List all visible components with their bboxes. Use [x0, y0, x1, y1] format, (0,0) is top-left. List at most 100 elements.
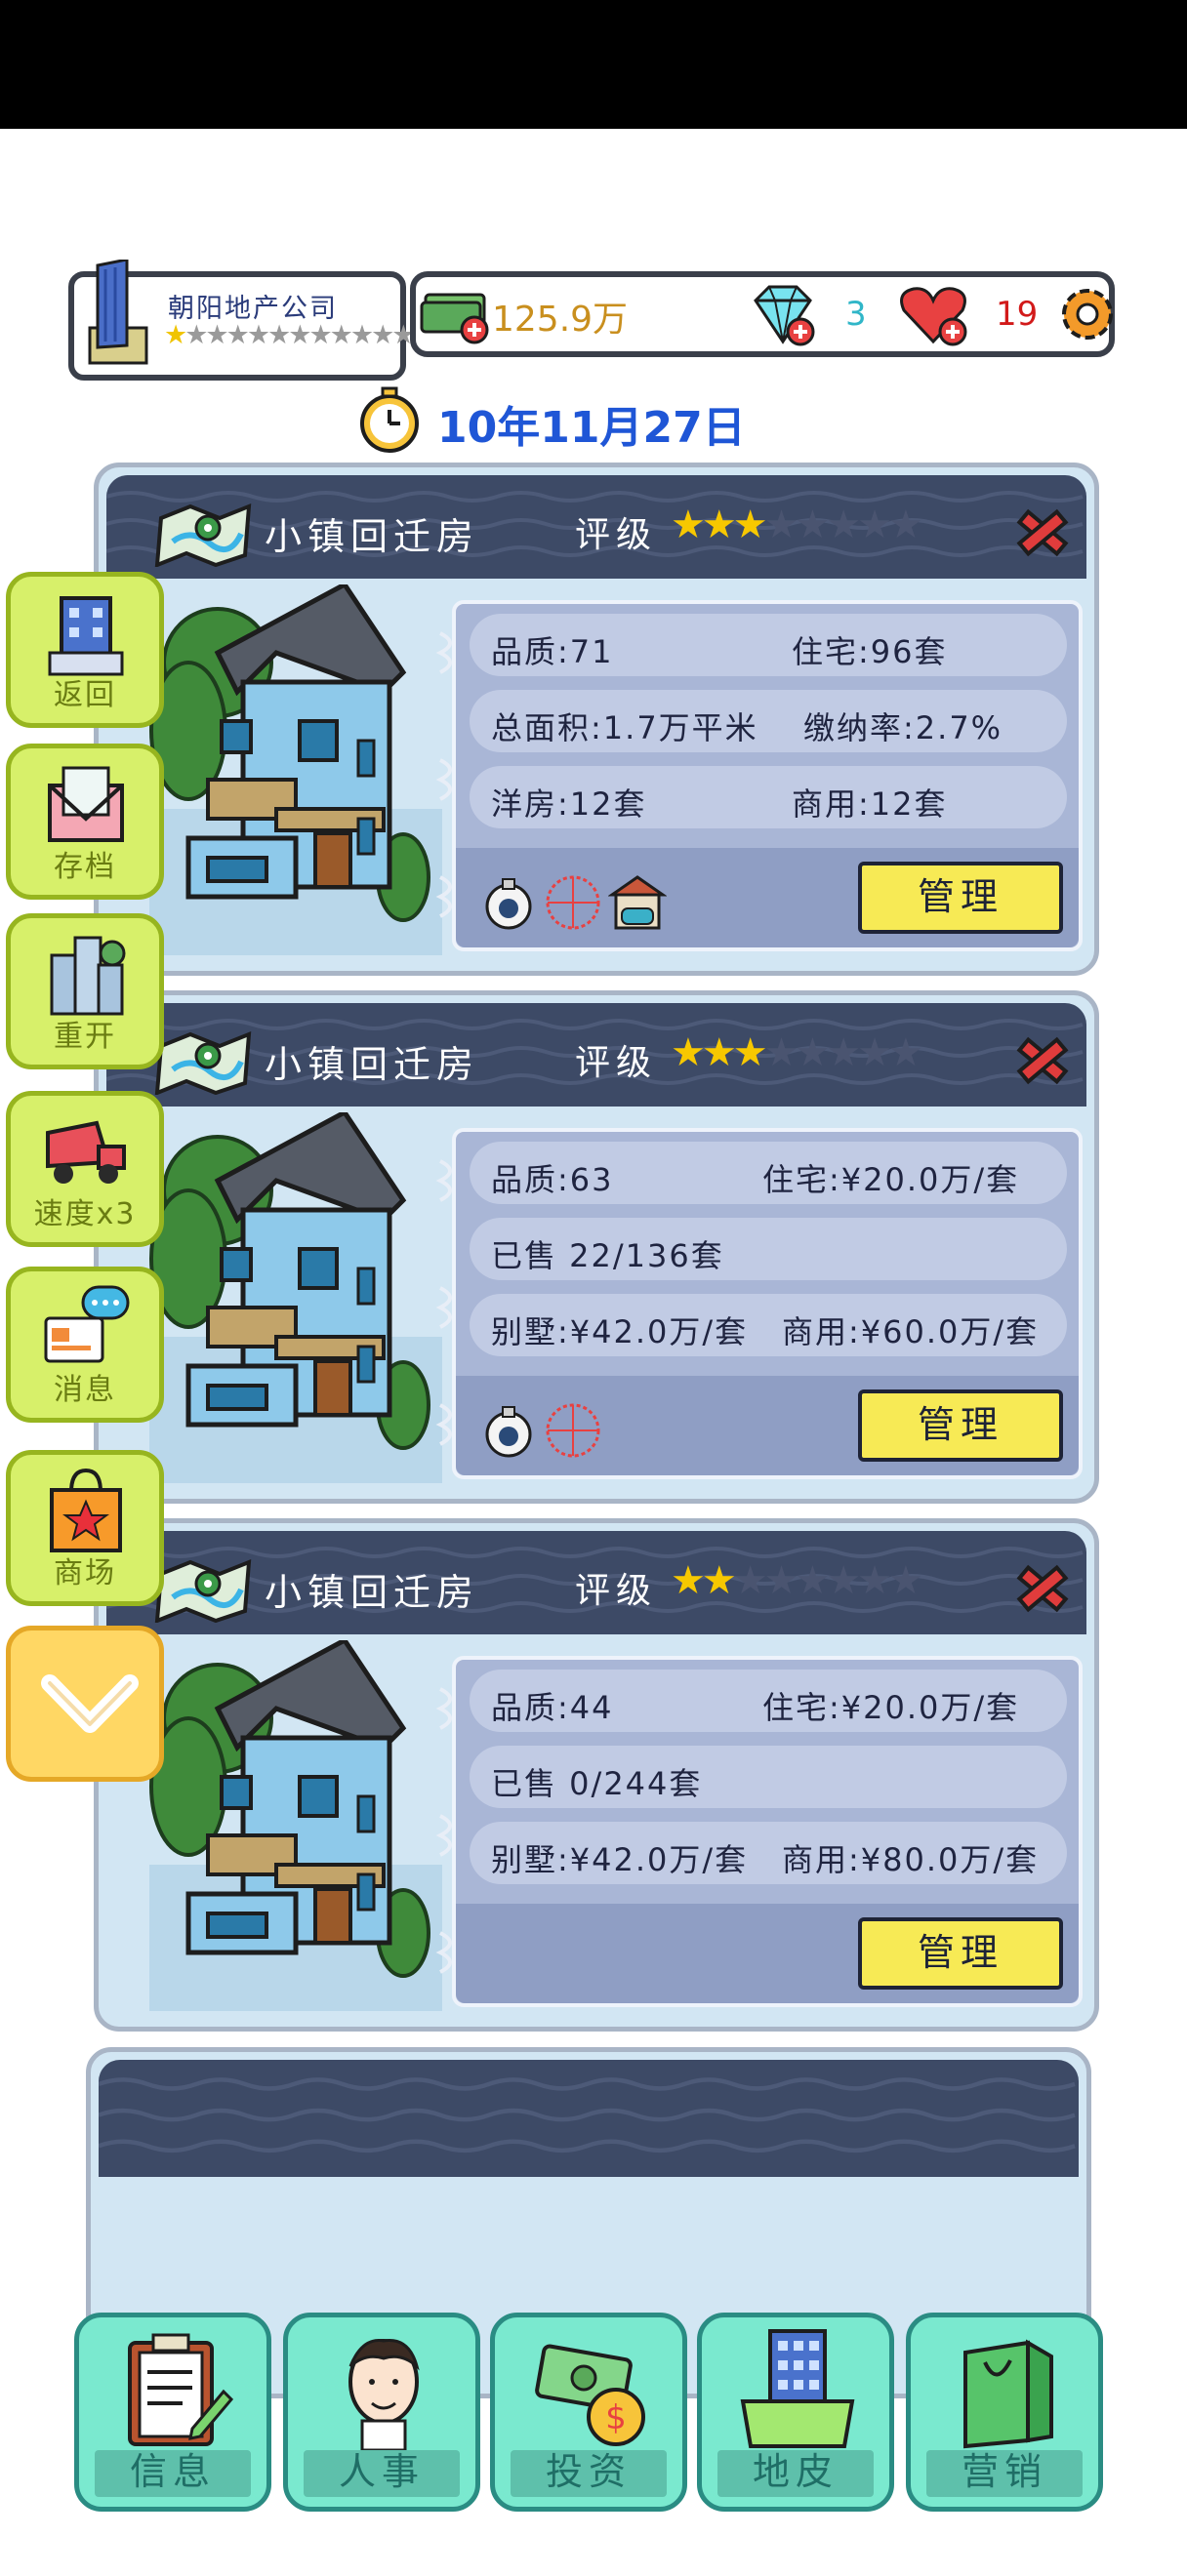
info-row: 洋房:12套 商用:12套 — [470, 766, 1067, 828]
amenities-list — [479, 1399, 602, 1462]
total-area-stat: 总面积:1.7万平米 — [491, 709, 758, 746]
info-row: 别墅:¥42.0万/套 商用:¥60.0万/套 — [470, 1294, 1067, 1356]
side-button-save[interactable]: 存档 — [6, 744, 164, 900]
info-row: 已售 0/244套 — [470, 1746, 1067, 1808]
gear-icon[interactable] — [1056, 283, 1119, 345]
demolish-icon[interactable] — [1012, 1032, 1073, 1089]
card-header: 小镇回迁房 评级 ★★★★★★★★ — [106, 1531, 1086, 1634]
manage-button[interactable]: 管理 — [858, 862, 1063, 934]
rating-stars: ★★★★★★★★ — [671, 1558, 923, 1603]
residential-price: 住宅:¥20.0万/套 — [762, 1161, 1020, 1198]
nav-marketing[interactable]: 营销 — [906, 2313, 1103, 2512]
side-button-label: 消息 — [54, 1373, 116, 1407]
side-button-restart[interactable]: 重开 — [6, 913, 164, 1069]
chevron-down-icon — [41, 1674, 139, 1733]
rating-stars: ★★★★★★★★ — [671, 503, 923, 547]
info-row: 品质:71 住宅:96套 — [470, 614, 1067, 676]
manage-button[interactable]: 管理 — [858, 1917, 1063, 1990]
side-button-back[interactable]: 返回 — [6, 572, 164, 728]
house-illustration — [149, 584, 442, 955]
city-icon — [50, 936, 126, 1016]
heart-count: 19 — [996, 295, 1039, 334]
info-row: 品质:63 住宅:¥20.0万/套 — [470, 1142, 1067, 1204]
house-illustration — [149, 1112, 442, 1483]
garage-icon — [608, 875, 667, 930]
commercial-stat: 商用:12套 — [792, 785, 948, 823]
system-status-bar — [0, 0, 1187, 129]
alarm-clock-icon — [360, 386, 419, 453]
svg-text:$: $ — [605, 2398, 627, 2437]
commercial-price: 商用:¥60.0万/套 — [782, 1313, 1040, 1350]
nav-info[interactable]: 信息 — [74, 2313, 271, 2512]
residential-stat: 住宅:96套 — [792, 633, 948, 670]
resource-bar: 125.9万 3 19 — [410, 271, 1115, 357]
side-button-label: 速度x3 — [33, 1197, 137, 1231]
side-button-mall[interactable]: 商场 — [6, 1450, 164, 1606]
money-amount: 125.9万 — [492, 300, 629, 340]
property-card: 小镇回迁房 评级 ★★★★★★★★ 品质:71 住宅:96套 总面积:1.7万平… — [94, 463, 1099, 976]
building-icon — [48, 596, 124, 676]
sold-count: 已售 22/136套 — [491, 1237, 724, 1274]
security-camera-icon — [485, 878, 532, 930]
collapse-menu-button[interactable] — [6, 1626, 164, 1782]
card-header — [99, 2060, 1079, 2177]
villa-price: 别墅:¥42.0万/套 — [491, 1841, 749, 1878]
nav-label: 人事 — [338, 2450, 425, 2493]
manage-button[interactable]: 管理 — [858, 1389, 1063, 1462]
company-star-rating: ★★★★★★★★★★★★★★ — [164, 320, 457, 350]
nav-label: 信息 — [129, 2450, 216, 2493]
property-info-panel: 品质:63 住宅:¥20.0万/套 已售 22/136套 别墅:¥42.0万/套… — [452, 1128, 1083, 1479]
property-name: 小镇回迁房 — [265, 1571, 480, 1614]
amenities-list — [479, 871, 667, 934]
rating-label: 评级 — [575, 1043, 658, 1083]
diamond-icon[interactable] — [744, 281, 822, 351]
side-button-label: 商场 — [54, 1556, 116, 1590]
quality-stat: 品质:71 — [491, 633, 614, 670]
side-button-label: 返回 — [54, 678, 116, 712]
cash-stack-icon[interactable] — [420, 285, 498, 345]
property-name: 小镇回迁房 — [265, 1043, 480, 1086]
nav-personnel[interactable]: 人事 — [283, 2313, 480, 2512]
side-button-speed[interactable]: 速度x3 — [6, 1091, 164, 1247]
rating-label: 评级 — [575, 1571, 658, 1611]
rating-stars: ★★★★★★★★ — [671, 1030, 923, 1075]
card-header: 小镇回迁房 评级 ★★★★★★★★ — [106, 1003, 1086, 1107]
map-icon — [151, 1026, 255, 1095]
diamond-count: 3 — [845, 295, 867, 334]
quality-stat: 品质:44 — [491, 1689, 614, 1726]
heart-icon[interactable] — [896, 281, 974, 351]
company-panel[interactable]: 朝阳地产公司 ★★★★★★★★★★★★★★ — [68, 260, 457, 381]
card-header: 小镇回迁房 评级 ★★★★★★★★ — [106, 475, 1086, 579]
demolish-icon[interactable] — [1012, 1560, 1073, 1617]
nav-invest[interactable]: $ 投资 — [490, 2313, 687, 2512]
side-button-label: 存档 — [54, 850, 116, 884]
property-card: 小镇回迁房 评级 ★★★★★★★★ 品质:44 住宅:¥20.0万/套 已售 0… — [94, 1518, 1099, 2032]
quality-stat: 品质:63 — [491, 1161, 614, 1198]
clipboard-icon — [128, 2333, 234, 2446]
panel-footer: 管理 — [456, 1376, 1079, 1475]
nav-land[interactable]: 地皮 — [697, 2313, 894, 2512]
panel-footer: 管理 — [456, 848, 1079, 947]
villa-price: 别墅:¥42.0万/套 — [491, 1313, 749, 1350]
ferris-wheel-icon — [546, 1403, 600, 1458]
residential-price: 住宅:¥20.0万/套 — [762, 1689, 1020, 1726]
money-icon: $ — [535, 2344, 645, 2446]
demolish-icon[interactable] — [1012, 504, 1073, 561]
security-camera-icon — [485, 1406, 532, 1458]
info-row: 总面积:1.7万平米 缴纳率:2.7% — [470, 690, 1067, 752]
message-icon — [44, 1285, 130, 1363]
shopping-bag-icon — [50, 1468, 122, 1552]
envelope-icon — [48, 766, 124, 842]
house-illustration — [149, 1640, 442, 2011]
map-icon — [151, 1554, 255, 1623]
rating-label: 评级 — [575, 515, 658, 555]
info-row: 别墅:¥42.0万/套 商用:¥80.0万/套 — [470, 1822, 1067, 1884]
payment-rate-stat: 缴纳率:2.7% — [803, 709, 1003, 746]
property-info-panel: 品质:44 住宅:¥20.0万/套 已售 0/244套 别墅:¥42.0万/套 … — [452, 1656, 1083, 2007]
person-icon — [348, 2339, 420, 2452]
nav-label: 投资 — [545, 2450, 632, 2493]
date-text: 10年11月27日 — [437, 403, 746, 453]
nav-label: 营销 — [961, 2450, 1047, 2493]
commercial-price: 商用:¥80.0万/套 — [782, 1841, 1040, 1878]
side-button-messages[interactable]: 消息 — [6, 1267, 164, 1423]
